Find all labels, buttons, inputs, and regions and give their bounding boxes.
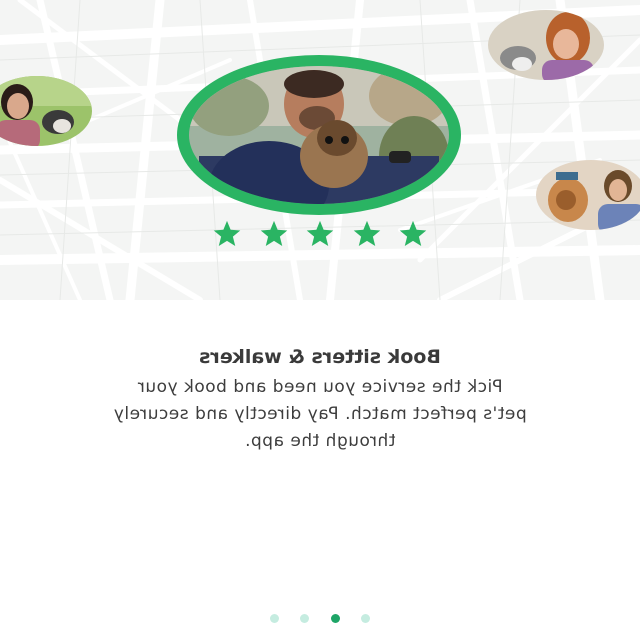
onboarding-title: Book sitters & walkers	[199, 346, 441, 368]
description-line: pet's perfect match. Pay directly and se…	[113, 404, 527, 424]
page-indicator	[270, 612, 370, 624]
page-dot-1[interactable]	[270, 613, 279, 623]
onboarding-description: Pick the service you need and book your …	[40, 374, 600, 455]
star-icon	[213, 220, 241, 246]
star-icon	[260, 220, 287, 246]
page-dot-3[interactable]	[330, 613, 340, 623]
couple-with-dog-photo-right	[536, 160, 640, 230]
description-line: Pick the service you need and book your	[137, 377, 503, 397]
description-line: through the app.	[244, 431, 396, 451]
star-icon	[399, 220, 427, 246]
man-with-dog-photo	[189, 66, 449, 204]
star-icon	[306, 220, 334, 246]
page-dot-2[interactable]	[300, 613, 310, 623]
woman-with-dog-photo-top-right	[488, 10, 604, 80]
star-icon	[353, 220, 380, 246]
rating-stars	[210, 219, 430, 249]
onboarding-content: Book sitters & walkers Pick the service …	[0, 300, 640, 640]
page-dot-4[interactable]	[360, 613, 370, 623]
